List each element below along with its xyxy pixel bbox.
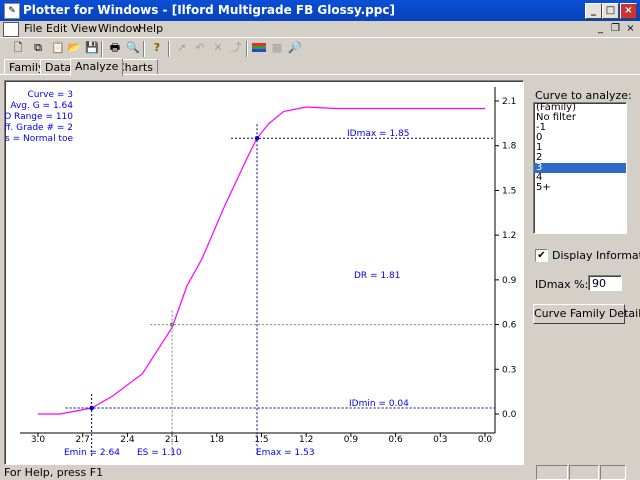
x-tick-label: 0.0: [478, 435, 493, 445]
toolbar-separator: [101, 41, 103, 57]
info-eff-grade: Eff. Grade # = 2: [5, 123, 73, 133]
window-title: Plotter for Windows - [Ilford Multigrade…: [23, 3, 395, 17]
info-class: Class = Normal toe: [5, 134, 73, 144]
idmin-annotation: IDmin = 0.04: [349, 399, 409, 409]
toolbar-separator: [246, 41, 248, 57]
open-folder-icon[interactable]: 📂: [66, 40, 82, 56]
close-button[interactable]: ×: [620, 3, 637, 19]
menu-help[interactable]: Help: [138, 22, 163, 35]
y-tick-label: 0.6: [502, 321, 517, 331]
mdi-restore-button[interactable]: ❐: [609, 23, 622, 35]
x-tick-label: 1.5: [254, 435, 268, 445]
idmax-annotation: IDmax = 1.85: [347, 129, 410, 139]
plot-area[interactable]: 3.0 2.7 2.4 2.1 1.8 1.5 1.2 0.9 0.6 0.3 0.0 0.0 0.3…: [0, 80, 524, 465]
x-tick-label: 2.4: [120, 435, 135, 445]
emax-annotation: Emax = 1.53: [256, 448, 315, 458]
y-tick-label: 1.8: [502, 142, 517, 152]
menu-view[interactable]: View: [71, 22, 97, 35]
zoom-icon[interactable]: 🔎: [287, 40, 303, 56]
curve-marker: [89, 405, 94, 411]
info-avg-g: Avg. G = 1.64: [10, 101, 73, 111]
curve-listbox[interactable]: (Family) No filter -1 0 1 2 3 4 5+: [533, 102, 627, 234]
pointer-icon[interactable]: ➚: [174, 40, 190, 56]
curve-list-item[interactable]: 1: [534, 143, 626, 153]
curve-family-details-button[interactable]: Curve Family Details: [533, 304, 640, 324]
idmax-percent-label: IDmax %:: [535, 278, 589, 291]
curve-list-item[interactable]: 2: [534, 153, 626, 163]
dr-annotation: DR = 1.81: [354, 271, 401, 281]
color-bars-icon[interactable]: [251, 40, 267, 56]
curve-list-item[interactable]: 3: [534, 163, 626, 173]
x-tick-label: 0.6: [388, 435, 403, 445]
y-tick-label: 0.3: [502, 365, 516, 375]
menu-edit[interactable]: Edit: [46, 22, 67, 35]
status-panel: [569, 465, 599, 480]
app-icon[interactable]: ✎: [4, 3, 20, 19]
curve-list-item[interactable]: -1: [534, 123, 626, 133]
x-tick-label: 3.0: [31, 435, 46, 445]
toolbar: 🗋 ⧉ 📋 📂 💾 🖶 🔍 ? ➚ ↶ ✕ ⤴ ▦ 🔎: [0, 37, 640, 60]
paste-icon[interactable]: 📋: [50, 40, 66, 56]
info-iso-range: ISO Range = 110: [5, 112, 73, 122]
y-tick-label: 1.5: [502, 186, 516, 196]
curve-line: [38, 106, 485, 415]
x-tick-label: 2.7: [76, 435, 90, 445]
status-panel: [600, 465, 626, 480]
display-info-label[interactable]: Display Information: [552, 249, 640, 262]
x-tick-label: 0.3: [433, 435, 447, 445]
document-icon[interactable]: [3, 22, 19, 37]
es-annotation: ES = 1.10: [137, 448, 182, 458]
emin-annotation: Emin = 2.64: [64, 448, 120, 458]
x-tick-label: 1.8: [210, 435, 225, 445]
y-tick-label: 2.1: [502, 97, 516, 107]
tab-analyze[interactable]: Analyze: [70, 58, 124, 76]
toolbar-separator: [168, 41, 170, 57]
maximize-button[interactable]: □: [602, 3, 619, 19]
info-curve: Curve = 3: [27, 90, 73, 100]
mdi-close-button[interactable]: ×: [624, 23, 637, 35]
toolbar-separator: [143, 41, 145, 57]
grid-icon[interactable]: ▦: [269, 40, 285, 56]
y-tick-label: 0.0: [502, 410, 517, 420]
display-info-checkbox[interactable]: ✔: [535, 249, 548, 262]
curve-list-item[interactable]: No filter: [534, 113, 626, 123]
menu-file[interactable]: File: [24, 22, 42, 35]
x-tick-label: 0.9: [344, 435, 359, 445]
new-icon[interactable]: 🗋: [10, 40, 26, 56]
menu-bar: File Edit View Window Help _ ❐ ×: [0, 21, 640, 37]
title-bar: ✎ Plotter for Windows - [Ilford Multigra…: [0, 0, 640, 21]
undo-icon[interactable]: ↶: [192, 40, 208, 56]
add-point-icon[interactable]: ✕: [210, 40, 226, 56]
save-icon[interactable]: 💾: [84, 40, 100, 56]
status-panel: [536, 465, 568, 480]
minimize-button[interactable]: _: [585, 3, 602, 19]
y-tick-label: 0.9: [502, 276, 517, 286]
curve-list-item[interactable]: 5+: [534, 183, 626, 193]
characteristic-curve-chart: 3.0 2.7 2.4 2.1 1.8 1.5 1.2 0.9 0.6 0.3 0.0 0.0 0.3…: [0, 87, 517, 458]
copy-icon[interactable]: ⧉: [30, 40, 46, 56]
status-bar: For Help, press F1: [0, 463, 640, 480]
curve-marker: [254, 135, 260, 141]
mdi-minimize-button[interactable]: _: [594, 23, 607, 35]
curve-list-item[interactable]: 0: [534, 133, 626, 143]
print-icon[interactable]: 🖶: [107, 40, 123, 56]
curve-marker: [169, 322, 175, 327]
help-icon[interactable]: ?: [149, 40, 165, 56]
status-text: For Help, press F1: [4, 466, 104, 479]
curve-tool-icon[interactable]: ⤴: [228, 40, 244, 56]
print-preview-icon[interactable]: 🔍: [125, 40, 141, 56]
y-tick-label: 1.2: [502, 231, 516, 241]
x-tick-label: 1.2: [299, 435, 313, 445]
curve-to-analyze-label: Curve to analyze:: [535, 89, 632, 102]
menu-window[interactable]: Window: [98, 22, 141, 35]
idmax-percent-field[interactable]: 90: [588, 275, 622, 291]
